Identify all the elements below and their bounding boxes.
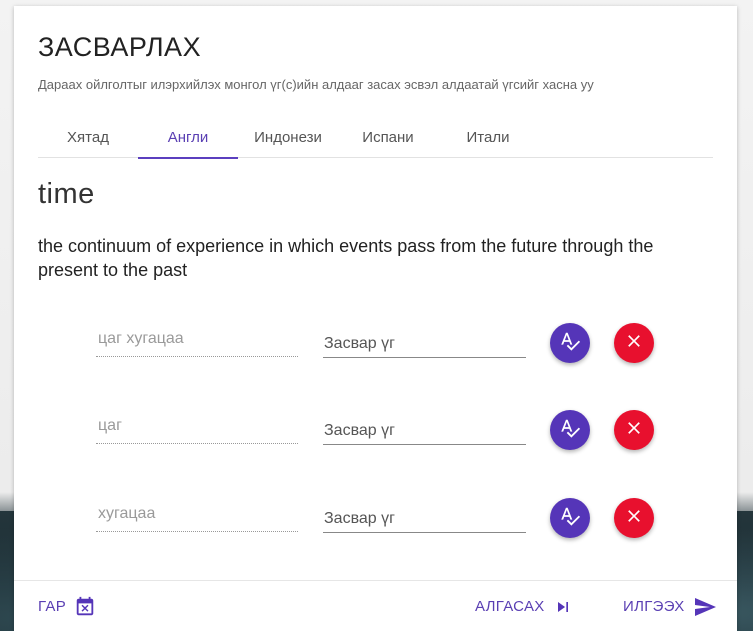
calendar-remove-icon xyxy=(74,596,96,618)
skip-button-label: АЛГАСАХ xyxy=(475,598,545,615)
fix-word-input[interactable] xyxy=(323,412,526,445)
edit-card: ЗАСВАРЛАХ Дараах ойлголтыг илэрхийлэх мо… xyxy=(14,6,737,631)
concept-definition: the continuum of experience in which eve… xyxy=(38,236,654,280)
language-tabs: Хятад Англи Индонези Испани Итали xyxy=(38,116,713,159)
send-icon xyxy=(693,595,717,619)
tab-italian[interactable]: Итали xyxy=(438,116,538,158)
spellcheck-button[interactable] xyxy=(550,498,590,538)
concept-word: time xyxy=(38,178,95,210)
spellcheck-button[interactable] xyxy=(550,410,590,450)
spellcheck-button[interactable] xyxy=(550,323,590,363)
spellcheck-icon xyxy=(559,417,581,444)
tab-chinese[interactable]: Хятад xyxy=(38,116,138,158)
spellcheck-icon xyxy=(559,505,581,532)
translation-row: цаг хугацаа xyxy=(96,315,676,375)
tab-english[interactable]: Англи xyxy=(138,116,238,159)
send-button[interactable]: ИЛГЭЭХ xyxy=(623,581,717,631)
fix-word-input[interactable] xyxy=(323,500,526,533)
close-icon xyxy=(624,506,644,531)
close-icon xyxy=(624,331,644,356)
suggestion-text: цаг хугацаа xyxy=(96,325,298,357)
remove-button[interactable] xyxy=(614,410,654,450)
suggestion-text: хугацаа xyxy=(96,500,298,532)
skip-button[interactable]: АЛГАСАХ xyxy=(475,581,573,631)
translation-row: хугацаа xyxy=(96,490,676,550)
spellcheck-icon xyxy=(559,330,581,357)
close-icon xyxy=(624,418,644,443)
page-subtitle: Дараах ойлголтыг илэрхийлэх монгол үг(с)… xyxy=(38,77,594,92)
skip-next-icon xyxy=(553,597,573,617)
date-button-label: ГАР xyxy=(38,598,67,615)
remove-button[interactable] xyxy=(614,498,654,538)
remove-button[interactable] xyxy=(614,323,654,363)
translation-row: цаг xyxy=(96,402,676,462)
date-button[interactable]: ГАР xyxy=(38,581,96,631)
send-button-label: ИЛГЭЭХ xyxy=(623,598,685,615)
suggestion-text: цаг xyxy=(96,412,298,444)
page-title: ЗАСВАРЛАХ xyxy=(38,32,202,62)
tab-indonesian[interactable]: Индонези xyxy=(238,116,338,158)
fix-word-input[interactable] xyxy=(323,325,526,358)
action-footer: ГАР АЛГАСАХ ИЛГЭЭХ xyxy=(14,580,737,631)
tab-spanish[interactable]: Испани xyxy=(338,116,438,158)
